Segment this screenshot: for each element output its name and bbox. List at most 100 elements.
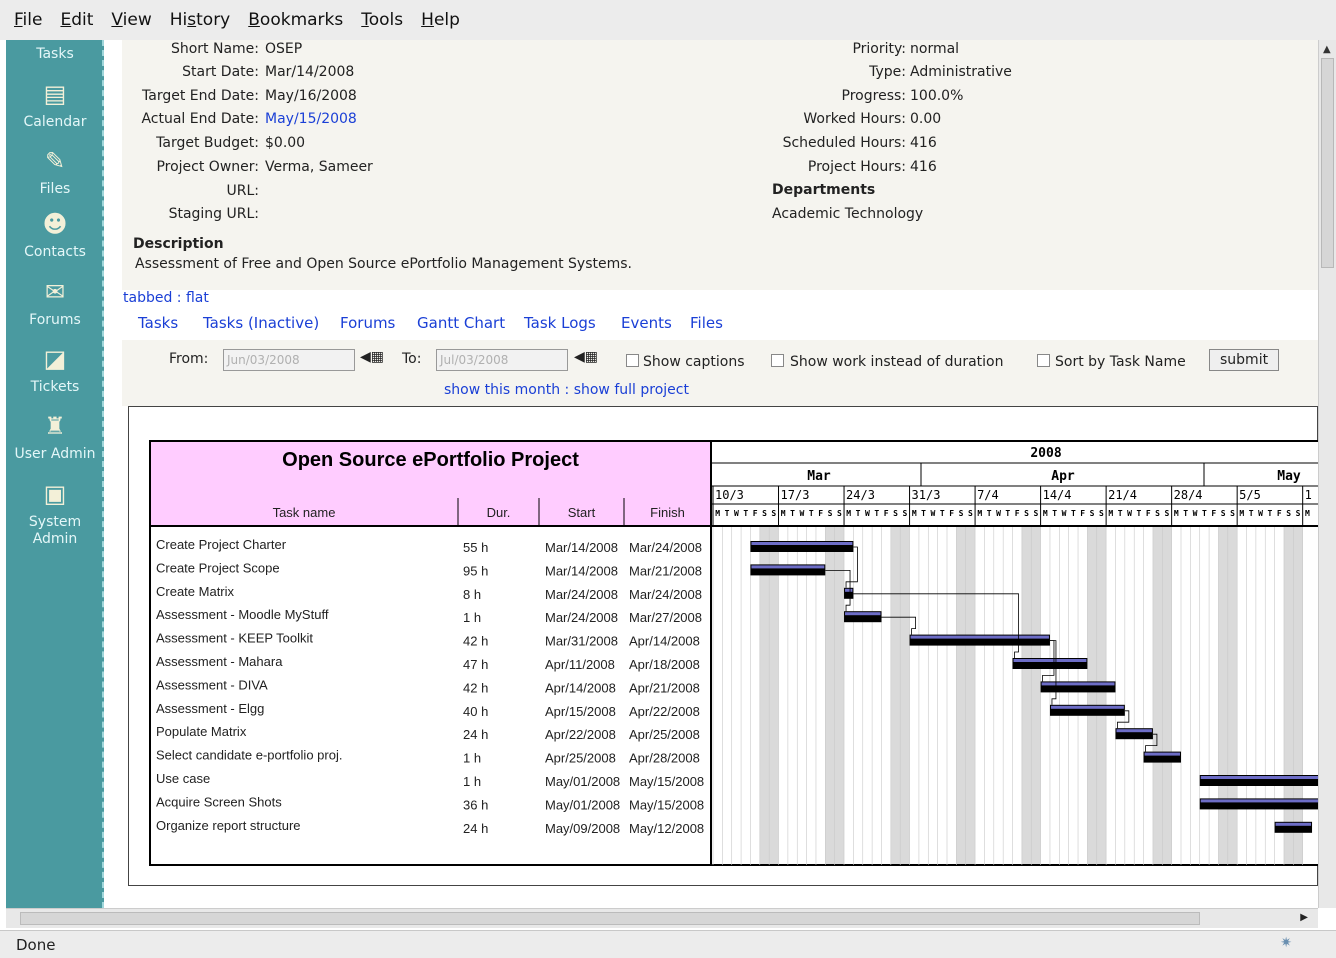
gantt-day-letter: M [1239,509,1244,518]
gantt-column-header: Dur. [487,505,511,520]
gantt-task-bar-progress [1041,682,1115,686]
gantt-week-label: 28/4 [1174,488,1203,502]
tab-forums[interactable]: Forums [340,314,395,332]
gantt-day-letter: S [837,509,842,518]
sort-by-name-checkbox[interactable] [1037,354,1050,367]
to-calendar-icon[interactable]: ◀▦ [574,349,598,365]
menu-edit[interactable]: Edit [60,10,93,30]
staging-url-label: Staging URL: [168,206,259,222]
gantt-day-letter: F [753,509,758,518]
tabbed-link[interactable]: tabbed [123,290,172,306]
gantt-task-start: Apr/14/2008 [545,680,616,695]
gantt-day-letter: W [734,509,739,518]
type-label: Type: [869,64,906,80]
gantt-task-finish: May/15/2008 [629,774,704,789]
show-full-project-link[interactable]: show full project [574,382,689,398]
gantt-task-finish: Apr/22/2008 [629,704,700,719]
scroll-up-arrow-icon[interactable]: ▲ [1323,44,1331,55]
scroll-right-arrow-icon[interactable]: ▶ [1300,912,1308,923]
menu-bookmarks[interactable]: Bookmarks [248,10,343,30]
menu-view[interactable]: View [111,10,151,30]
gantt-day-letter: T [1118,509,1123,518]
date-range-links: show this month : show full project [444,382,689,398]
gantt-day-letter: S [828,509,833,518]
gantt-day-letter: W [865,509,870,518]
show-this-month-link[interactable]: show this month [444,382,560,398]
from-calendar-icon[interactable]: ◀▦ [360,349,384,365]
gantt-day-letter: T [743,509,748,518]
description-heading: Description [133,236,224,252]
tab-events[interactable]: Events [621,314,672,332]
view-mode-switch: tabbed : flat [123,290,209,306]
to-label: To: [402,351,422,367]
vertical-scroll-thumb[interactable] [1321,58,1334,268]
sidebar-item-label: Forums [29,312,81,328]
sidebar-item-forums[interactable]: ✉ Forums [6,278,104,329]
start-date-value: Mar/14/2008 [265,64,355,80]
target-budget-value: $0.00 [265,135,306,151]
submit-button[interactable]: submit [1209,349,1280,371]
short-name-value: OSEP [265,41,303,57]
gantt-task-bar-progress [1200,776,1318,779]
menu-history[interactable]: History [170,10,231,30]
gantt-day-letter: T [790,509,795,518]
flat-link[interactable]: flat [186,290,209,306]
gantt-week-label: 24/3 [846,488,875,502]
departments-heading: Departments [772,182,876,198]
gantt-task-start: Mar/14/2008 [545,563,618,578]
project-owner-label: Project Owner: [156,159,259,175]
actual-end-date-link[interactable]: May/15/2008 [265,111,357,127]
tab-files[interactable]: Files [690,314,723,332]
gantt-task-bar-progress [1050,705,1124,709]
sidebar-item-user-admin[interactable]: ♜ User Admin [6,412,104,463]
to-date-input[interactable]: Jul/03/2008 [436,349,568,371]
gantt-day-letter: F [949,509,954,518]
range-separator: : [564,382,570,398]
gantt-day-letter: M [1174,509,1179,518]
sidebar-item-tickets[interactable]: ◪ Tickets [6,345,104,396]
show-captions-checkbox[interactable] [626,354,639,367]
gantt-task-duration: 1 h [463,751,481,766]
sidebar-item-label: System Admin [6,514,104,548]
gantt-task-duration: 40 h [463,704,488,719]
from-label: From: [169,351,209,367]
sidebar-item-system-admin[interactable]: ▣ System Admin [6,480,104,548]
gantt-task-start: Apr/25/2008 [545,751,616,766]
gantt-day-letter: W [1193,509,1198,518]
gantt-task-bar-progress [845,588,853,592]
gantt-day-letter: M [715,509,720,518]
gantt-day-letter: F [1015,509,1020,518]
gantt-day-letter: M [977,509,982,518]
gantt-task-finish: May/12/2008 [629,821,704,836]
menu-file[interactable]: File [14,10,42,30]
tab-task-logs[interactable]: Task Logs [524,314,596,332]
tab-gantt-chart[interactable]: Gantt Chart [417,314,505,332]
gantt-day-letter: S [771,509,776,518]
scheduled-hours-value: 416 [910,135,937,151]
gantt-task-bar-progress [845,612,881,616]
gantt-header-background [151,498,711,525]
gantt-day-letter: S [1296,509,1301,518]
target-end-date-label: Target End Date: [142,88,259,104]
menu-tools[interactable]: Tools [361,10,403,30]
tab-tasks-inactive[interactable]: Tasks (Inactive) [203,314,319,332]
horizontal-scrollbar[interactable]: ▶ [6,908,1318,928]
gantt-task-bar-progress [1275,822,1312,826]
gantt-day-letter: F [884,509,889,518]
from-date-input[interactable]: Jun/03/2008 [223,349,355,371]
gantt-day-letter: W [931,509,936,518]
gantt-task-name: Assessment - Elgg [156,701,264,716]
gantt-task-finish: Apr/28/2008 [629,751,700,766]
gantt-task-name: Create Project Charter [156,537,287,552]
vertical-scrollbar[interactable]: ▲ [1318,40,1336,908]
gantt-day-letter: S [1286,509,1291,518]
show-work-checkbox[interactable] [771,354,784,367]
gantt-task-name: Organize report structure [156,818,301,833]
gantt-task-name: Select candidate e-portfolio proj. [156,748,342,763]
gantt-day-letter: S [1230,509,1235,518]
gantt-task-duration: 1 h [463,774,481,789]
tab-tasks[interactable]: Tasks [138,314,178,332]
horizontal-scroll-thumb[interactable] [20,912,1200,925]
menu-help[interactable]: Help [421,10,460,30]
user-admin-icon: ♜ [44,412,66,440]
